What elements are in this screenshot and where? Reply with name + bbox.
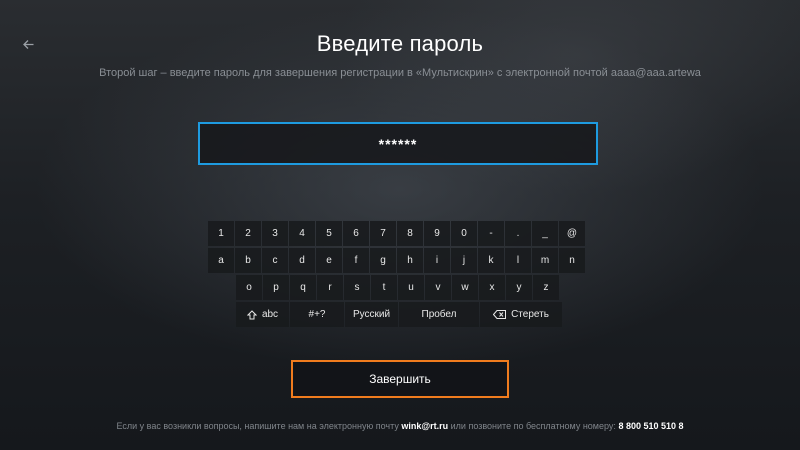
key-i[interactable]: i: [424, 248, 450, 273]
footer-text-1: Если у вас возникли вопросы, напишите на…: [116, 421, 399, 431]
key-y[interactable]: y: [506, 275, 532, 300]
key-k[interactable]: k: [478, 248, 504, 273]
space-key[interactable]: Пробел: [399, 302, 479, 327]
key-m[interactable]: m: [532, 248, 558, 273]
password-input[interactable]: [200, 134, 596, 153]
shift-abc-key[interactable]: abc: [236, 302, 289, 327]
key-g[interactable]: g: [370, 248, 396, 273]
key-l[interactable]: l: [505, 248, 531, 273]
delete-key-label: Стереть: [511, 309, 549, 320]
key-1[interactable]: 1: [208, 221, 234, 246]
key-w[interactable]: w: [452, 275, 478, 300]
page-title: Введите пароль: [316, 31, 484, 56]
key-9[interactable]: 9: [424, 221, 450, 246]
abc-key-label: abc: [261, 309, 279, 320]
finish-button[interactable]: Завершить: [291, 360, 509, 398]
keyboard-row-digits: 1 2 3 4 5 6 7 8 9 0-. _ @: [208, 221, 585, 246]
key-z[interactable]: z: [533, 275, 559, 300]
key-b[interactable]: b: [235, 248, 261, 273]
key-7[interactable]: 7: [370, 221, 396, 246]
key-s[interactable]: s: [344, 275, 370, 300]
key-c[interactable]: c: [262, 248, 288, 273]
key-v[interactable]: v: [425, 275, 451, 300]
keyboard-row-controls: abc #+? Русский Пробел Стереть: [236, 302, 562, 327]
key-_[interactable]: _: [532, 221, 558, 246]
key-@[interactable]: @: [559, 221, 585, 246]
shift-up-icon: [246, 309, 257, 320]
key-n[interactable]: n: [559, 248, 585, 273]
key-8[interactable]: 8: [397, 221, 423, 246]
key-2[interactable]: 2: [235, 221, 261, 246]
key-a[interactable]: a: [208, 248, 234, 273]
key-.[interactable]: .: [505, 221, 531, 246]
russian-layout-key[interactable]: Русский: [345, 302, 398, 327]
support-email-link[interactable]: wink@rt.ru: [401, 421, 448, 431]
key-4[interactable]: 4: [289, 221, 315, 246]
key-t[interactable]: t: [371, 275, 397, 300]
key-u[interactable]: u: [398, 275, 424, 300]
key-h[interactable]: h: [397, 248, 423, 273]
keyboard-row-letters-2: opqrstuvwxyz: [236, 275, 559, 300]
footer-text-2: или позвоните по бесплатному номеру:: [450, 421, 616, 431]
key-3[interactable]: 3: [262, 221, 288, 246]
key--[interactable]: -: [478, 221, 504, 246]
support-phone: 8 800 510 510 8: [618, 421, 684, 431]
key-q[interactable]: q: [290, 275, 316, 300]
key-d[interactable]: d: [289, 248, 315, 273]
key-x[interactable]: x: [479, 275, 505, 300]
page-subtitle: Второй шаг – введите пароль для завершен…: [99, 67, 701, 79]
symbols-key[interactable]: #+?: [290, 302, 344, 327]
key-0[interactable]: 0: [451, 221, 477, 246]
delete-key[interactable]: Стереть: [480, 302, 562, 327]
key-r[interactable]: r: [317, 275, 343, 300]
footer-help: Если у вас возникли вопросы, напишите на…: [0, 421, 800, 431]
keyboard-row-letters-1: abcdefghijklmn: [208, 248, 585, 273]
key-6[interactable]: 6: [343, 221, 369, 246]
key-j[interactable]: j: [451, 248, 477, 273]
key-5[interactable]: 5: [316, 221, 342, 246]
key-e[interactable]: e: [316, 248, 342, 273]
backspace-icon: [493, 310, 507, 319]
key-p[interactable]: p: [263, 275, 289, 300]
key-o[interactable]: o: [236, 275, 262, 300]
password-field[interactable]: [198, 122, 598, 165]
key-f[interactable]: f: [343, 248, 369, 273]
